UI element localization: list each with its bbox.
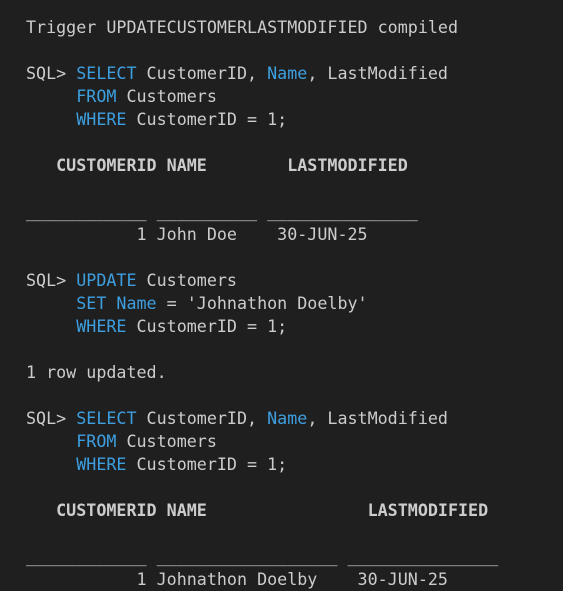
name-column: Name [116,293,157,313]
query1-where-line: WHERE CustomerID = 1; [26,108,556,131]
query1-from-line: FROM Customers [26,85,556,108]
sql-prompt: SQL> [26,408,77,428]
set-keyword: SET [76,293,107,313]
query2-from-line: FROM Customers [26,430,556,453]
where-condition: CustomerID = 1; [126,109,288,129]
result2-divider: ____________ __________________ ________… [26,546,499,566]
result1-divider: ____________ __________ _______________ [26,201,418,221]
set-line: SET Name = 'Johnathon Doelby' [26,292,556,315]
where-condition: CustomerID = 1; [126,454,288,474]
name-column: Name [267,63,308,83]
from-table: Customers [116,431,217,451]
select-columns-b: , LastModified [307,63,448,83]
name-column: Name [267,408,308,428]
set-value: = 'Johnathon Doelby' [156,293,368,313]
where-keyword: WHERE [76,454,127,474]
trigger-compiled-message: Trigger UPDATECUSTOMERLASTMODIFIED compi… [26,17,459,37]
update-line: SQL> UPDATE Customers [26,269,556,292]
sql-prompt: SQL> [26,63,77,83]
from-keyword: FROM [76,86,117,106]
select-columns-a: CustomerID, [136,63,268,83]
result2-row: 1 Johnathon Doelby 30-JUN-25 [26,569,448,589]
from-table: Customers [116,86,217,106]
result1-header: CUSTOMERID NAME LASTMODIFIED [26,155,408,175]
terminal-output: Trigger UPDATECUSTOMERLASTMODIFIED compi… [26,16,556,591]
query1-select-line: SQL> SELECT CustomerID, Name, LastModifi… [26,62,556,85]
from-keyword: FROM [76,431,117,451]
query2-select-line: SQL> SELECT CustomerID, Name, LastModifi… [26,407,556,430]
select-columns-b: , LastModified [307,408,448,428]
where-keyword: WHERE [76,109,127,129]
where-keyword: WHERE [76,316,127,336]
result2-header: CUSTOMERID NAME LASTMODIFIED [26,500,489,520]
select-columns-a: CustomerID, [136,408,268,428]
select-keyword: SELECT [76,63,137,83]
rows-updated-message: 1 row updated. [26,362,167,382]
update-where-line: WHERE CustomerID = 1; [26,315,556,338]
result1-row: 1 John Doe 30-JUN-25 [26,224,368,244]
update-table: Customers [136,270,237,290]
update-keyword: UPDATE [76,270,137,290]
select-keyword: SELECT [76,408,137,428]
where-condition: CustomerID = 1; [126,316,288,336]
query2-where-line: WHERE CustomerID = 1; [26,453,556,476]
sql-prompt: SQL> [26,270,77,290]
